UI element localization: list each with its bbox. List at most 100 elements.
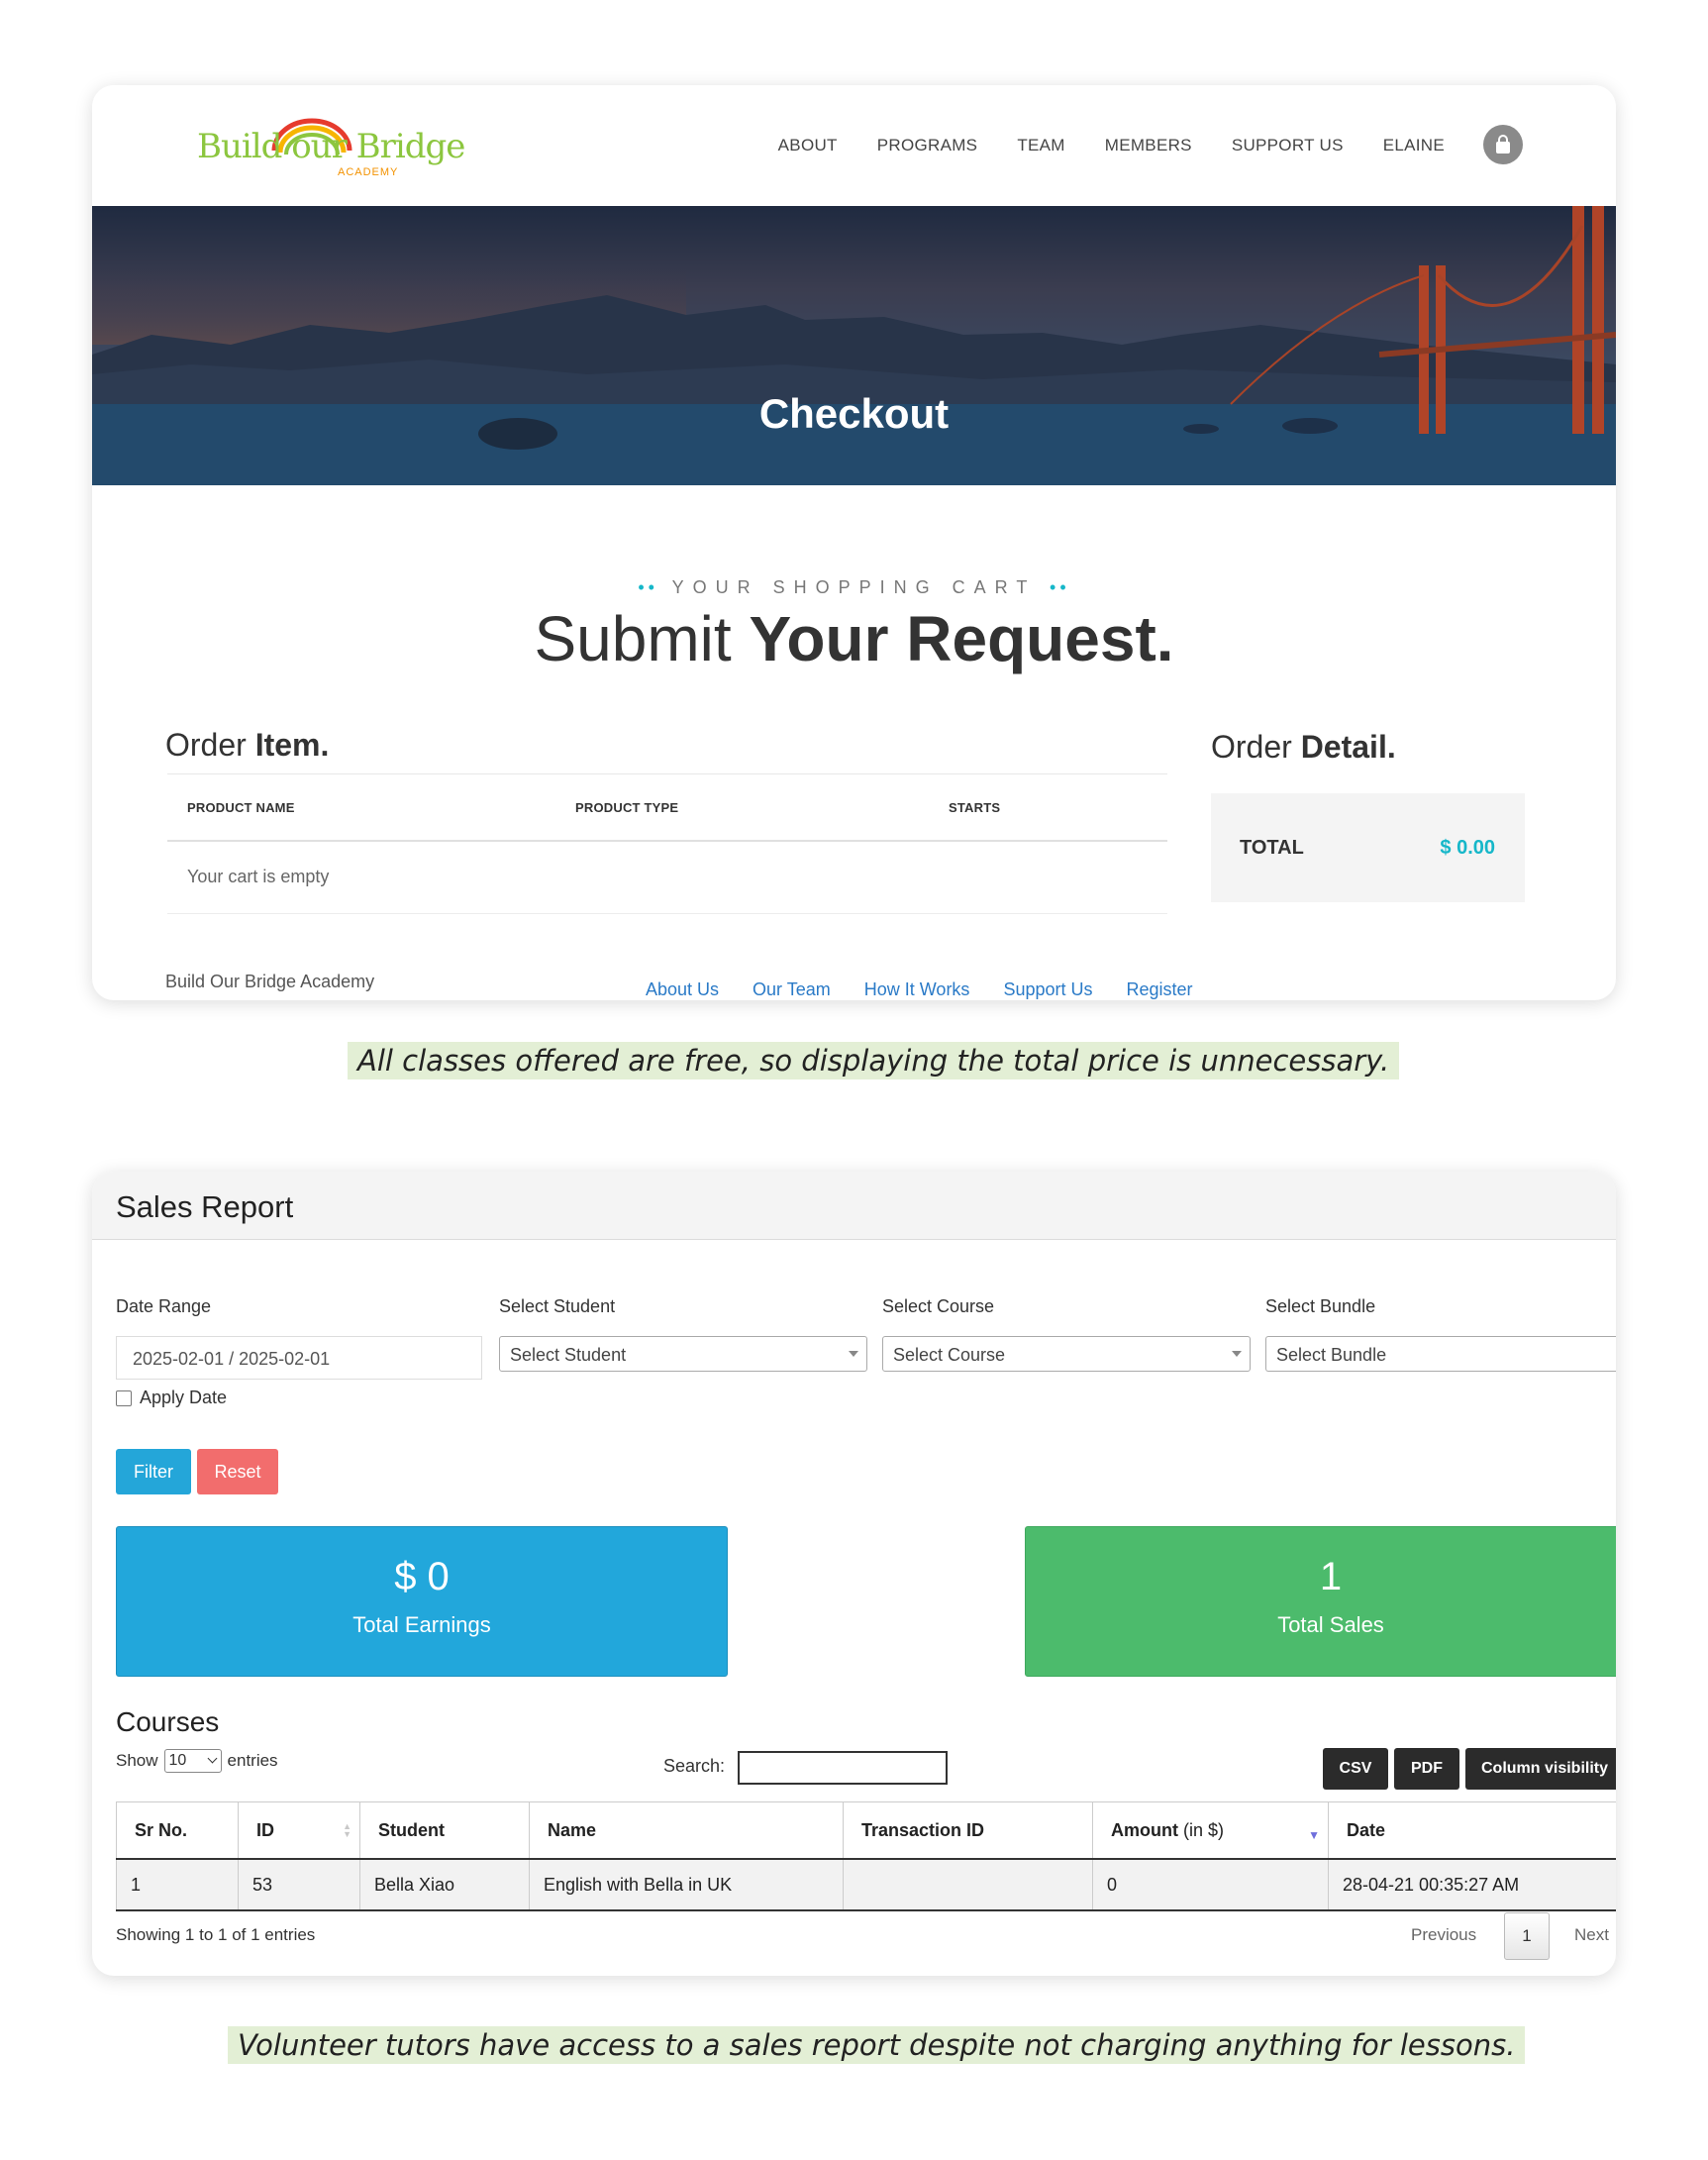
apply-date-label: Apply Date [140,1388,228,1407]
date-range-input[interactable]: 2025-02-01 / 2025-02-01 [116,1336,482,1380]
col-transaction-id[interactable]: Transaction ID [843,1801,1093,1860]
table-row: Your cart is empty [167,842,1167,914]
nav-about[interactable]: ABOUT [778,136,838,155]
sales-report-header: Sales Report [92,1172,1616,1240]
column-visibility-button[interactable]: Column visibility [1465,1748,1616,1790]
bundle-select[interactable]: Select Bundle [1265,1336,1616,1372]
filter-button[interactable]: Filter [116,1449,191,1494]
section-title: Submit Your Request. [92,602,1616,675]
nav-programs[interactable]: PROGRAMS [877,136,978,155]
cell-student: Bella Xiao [359,1859,530,1911]
logo-wordmark: Build our Bridge [197,127,465,166]
total-sales-value: 1 [1319,1555,1343,1598]
footer-link-support[interactable]: Support Us [1003,979,1092,1000]
reset-button[interactable]: Reset [197,1449,278,1494]
cart-button[interactable] [1483,125,1523,164]
date-range-label: Date Range [116,1296,212,1316]
footer-brand: Build Our Bridge Academy [165,972,375,991]
cell-name: English with Bella in UK [529,1859,844,1911]
sort-both-icon: ▲ ▼ [343,1821,352,1839]
courses-table: Sr No. ID ▲ ▼ Student Name Transaction ID … [116,1801,1616,1911]
nav-user-elaine[interactable]: ELAINE [1383,136,1445,155]
site-logo[interactable]: Build our Bridge ACADEMY [197,111,465,180]
total-earnings-card: $ 0 Total Earnings [116,1526,728,1677]
search-input[interactable] [738,1751,948,1785]
entries-length-control: Show 10 entries [116,1749,278,1773]
logo-subtitle: ACADEMY [338,166,399,178]
col-id-label: ID [256,1819,274,1840]
footer-link-how-it-works[interactable]: How It Works [864,979,970,1000]
eyebrow-dots-right: •• [1050,577,1070,597]
empty-cart-message: Your cart is empty [187,867,330,886]
pagination-previous[interactable]: Previous [1411,1925,1476,1945]
entries-select[interactable]: 10 [163,1749,222,1773]
nav-members[interactable]: MEMBERS [1105,136,1192,155]
entries-label: entries [227,1751,278,1770]
order-detail-heading: Order Detail. [1211,729,1396,766]
order-table-header: PRODUCT NAME PRODUCT TYPE STARTS [167,773,1167,842]
main-menu: ABOUT PROGRAMS TEAM MEMBERS SUPPORT US E… [778,85,1445,206]
total-sales-card: 1 Total Sales [1025,1526,1616,1677]
pagination-page-1[interactable]: 1 [1504,1912,1550,1960]
order-item-heading-bold: Item. [254,727,330,763]
table-row: 1 53 Bella Xiao English with Bella in UK… [116,1859,1616,1911]
chevron-down-icon [207,1753,217,1764]
section-title-bold: Your Request. [749,603,1174,674]
chevron-down-icon [1232,1351,1242,1357]
footer-links: About Us Our Team How It Works Support U… [646,979,1193,1000]
footer-link-register[interactable]: Register [1126,979,1192,1000]
sales-report-title: Sales Report [116,1189,294,1224]
caption-checkout: All classes offered are free, so display… [348,1042,1400,1080]
col-date-label: Date [1347,1819,1386,1840]
col-starts: STARTS [949,800,1001,815]
course-select[interactable]: Select Course [882,1336,1251,1372]
cell-date: 28-04-21 00:35:27 AM [1328,1859,1616,1911]
nav-support-us[interactable]: SUPPORT US [1232,136,1344,155]
bundle-label: Select Bundle [1265,1296,1376,1316]
table-info: Showing 1 to 1 of 1 entries [116,1925,316,1944]
shopping-bag-icon [1496,135,1510,154]
sales-report-screenshot-card: Sales Report Date Range Select Student S… [92,1172,1616,1976]
pdf-export-button[interactable]: PDF [1394,1748,1459,1790]
footer-link-about[interactable]: About Us [646,979,719,1000]
eyebrow-dots-left: •• [638,577,658,597]
order-item-heading: Order Item. [165,727,329,764]
order-total-box: TOTAL $ 0.00 [1211,793,1525,902]
sort-desc-icon: ▼ [1308,1828,1320,1842]
bridge-landscape-image [92,206,1616,485]
section-eyebrow: •• YOUR SHOPPING CART •• [92,577,1616,598]
col-sr-no[interactable]: Sr No. [116,1801,239,1860]
chevron-down-icon [849,1351,858,1357]
student-label: Select Student [499,1296,616,1316]
site-navbar: Build our Bridge ACADEMY ABOUT PROGRAMS … [92,85,1616,206]
cell-transaction-id [843,1859,1093,1911]
col-date[interactable]: Date [1328,1801,1616,1860]
col-amount-label: Amount [1111,1819,1178,1840]
table-header-row: Sr No. ID ▲ ▼ Student Name Transaction ID … [116,1801,1616,1860]
cell-amount: 0 [1092,1859,1329,1911]
col-amount[interactable]: Amount (in $) ▼ [1092,1801,1329,1860]
nav-team[interactable]: TEAM [1017,136,1064,155]
col-name[interactable]: Name [529,1801,844,1860]
total-earnings-label: Total Earnings [352,1612,491,1637]
checkbox-icon[interactable] [116,1389,132,1406]
col-student[interactable]: Student [359,1801,530,1860]
apply-date-checkbox[interactable]: Apply Date [116,1388,227,1408]
col-id[interactable]: ID ▲ ▼ [238,1801,360,1860]
entries-select-value: 10 [168,1752,187,1769]
total-label: TOTAL [1240,837,1304,859]
page-title: Checkout [758,390,950,437]
col-name-label: Name [548,1819,597,1840]
col-product-type: PRODUCT TYPE [575,800,679,815]
course-label: Select Course [882,1296,995,1316]
csv-export-button[interactable]: CSV [1323,1748,1388,1790]
footer-link-team[interactable]: Our Team [753,979,831,1000]
hero-banner: Checkout [92,206,1616,485]
total-value: $ 0.00 [1440,837,1495,859]
section-title-light: Submit [534,603,750,674]
pagination-next[interactable]: Next [1574,1925,1609,1945]
bundle-select-value: Select Bundle [1276,1345,1387,1365]
total-sales-label: Total Sales [1277,1612,1384,1637]
student-select[interactable]: Select Student [499,1336,867,1372]
order-items-table: PRODUCT NAME PRODUCT TYPE STARTS Your ca… [167,773,1167,914]
